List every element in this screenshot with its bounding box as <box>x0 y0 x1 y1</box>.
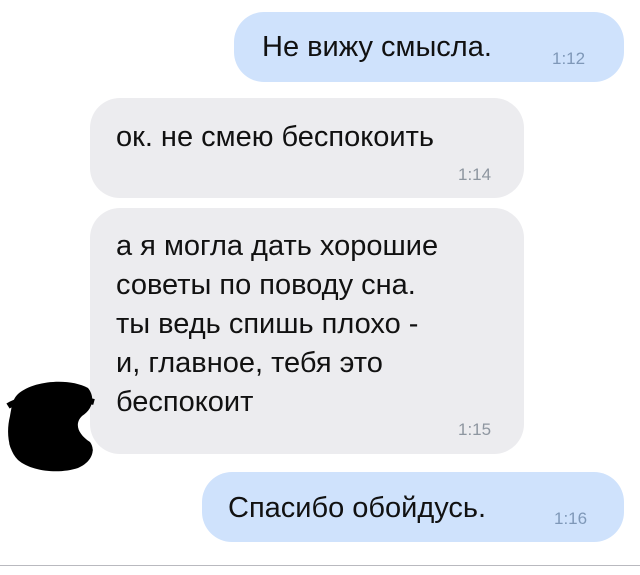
message-bubble-outgoing[interactable]: Спасибо обойдусь. 1:16 <box>202 472 624 542</box>
message-line: беспокоит <box>116 386 254 418</box>
message-time: 1:15 <box>458 420 492 439</box>
message-time: 1:12 <box>552 49 586 68</box>
composer-divider <box>0 565 640 566</box>
message-text: а я могла дать хорошие советы по поводу … <box>116 227 524 422</box>
message-bubble-incoming[interactable]: ок. не смею беспокоить 1:14 <box>90 98 524 198</box>
message-time: 1:16 <box>554 509 588 528</box>
message-bubble-incoming[interactable]: а я могла дать хорошие советы по поводу … <box>90 208 524 454</box>
message-line: советы по поводу сна. <box>116 269 416 301</box>
message-time: 1:14 <box>458 165 492 184</box>
message-line: и, главное, тебя это <box>116 347 383 379</box>
chat-thread: Не вижу смысла. 1:12 ок. не смею беспоко… <box>0 0 640 575</box>
message-bubble-outgoing[interactable]: Не вижу смысла. 1:12 <box>234 12 624 82</box>
message-line: а я могла дать хорошие <box>116 230 439 262</box>
message-line: ты ведь спишь плохо - <box>116 308 419 340</box>
message-text: ок. не смею беспокоить <box>116 121 434 153</box>
redacted-avatar-icon <box>6 381 95 472</box>
